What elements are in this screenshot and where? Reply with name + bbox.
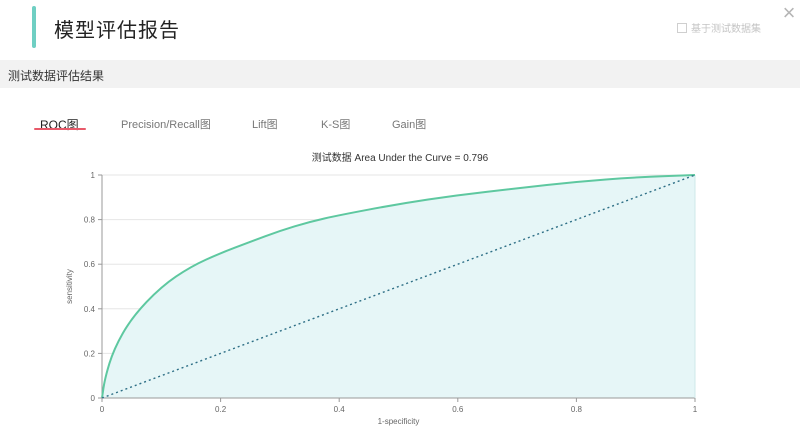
dialog-header: 模型评估报告 基于测试数据集 × — [0, 0, 800, 60]
active-tab-underline — [34, 128, 86, 130]
x-tick-label-5: 1 — [693, 405, 698, 414]
y-tick-label-0: 0 — [91, 394, 96, 403]
x-tick-label-1: 0.2 — [215, 405, 227, 414]
tab-ks[interactable]: K-S图 — [321, 116, 350, 132]
x-tick-label-4: 0.8 — [571, 405, 583, 414]
section-bar: 测试数据评估结果 — [0, 60, 800, 88]
x-tick-label-3: 0.6 — [452, 405, 464, 414]
tab-lift[interactable]: Lift图 — [252, 116, 278, 132]
close-icon[interactable]: × — [780, 2, 798, 24]
y-tick-label-1: 0.2 — [84, 349, 96, 358]
x-axis-label: 1-specificity — [378, 417, 420, 426]
page-title: 模型评估报告 — [54, 20, 180, 42]
y-tick-label-5: 1 — [91, 171, 96, 180]
section-title: 测试数据评估结果 — [8, 69, 105, 83]
tab-gain[interactable]: Gain图 — [392, 116, 426, 132]
y-tick-label-4: 0.8 — [84, 216, 96, 225]
title-accent-bar — [32, 6, 36, 48]
x-tick-label-2: 0.4 — [334, 405, 346, 414]
y-tick-label-2: 0.4 — [84, 305, 96, 314]
dataset-option-label: 基于测试数据集 — [691, 24, 761, 35]
x-tick-label-0: 0 — [100, 405, 105, 414]
roc-chart: 0 0.2 0.4 0.6 0.8 1 0 0.2 0.4 0.6 0.8 1 1-specificit… — [65, 171, 698, 426]
chart-tabs: ROC图 Precision/Recall图 Lift图 K-S图 Gain图 — [0, 110, 800, 140]
y-tick-label-3: 0.6 — [84, 260, 96, 269]
tab-roc[interactable]: ROC图 — [40, 116, 79, 133]
checkbox-icon[interactable] — [677, 22, 687, 33]
y-axis-label: sensitivity — [65, 269, 74, 304]
dataset-option[interactable]: 基于测试数据集 — [677, 20, 761, 35]
tab-precision-recall[interactable]: Precision/Recall图 — [121, 116, 211, 132]
